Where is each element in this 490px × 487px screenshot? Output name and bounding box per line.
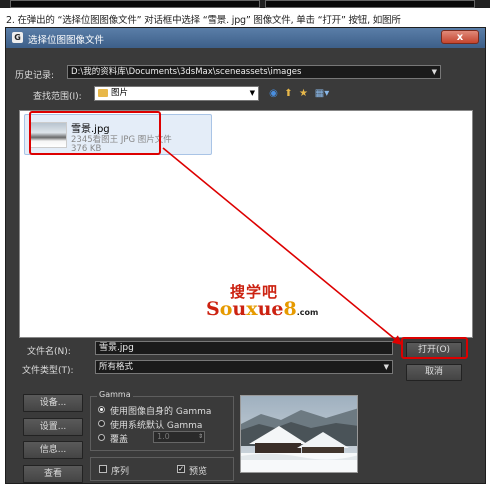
annotation-arrow <box>162 147 403 346</box>
